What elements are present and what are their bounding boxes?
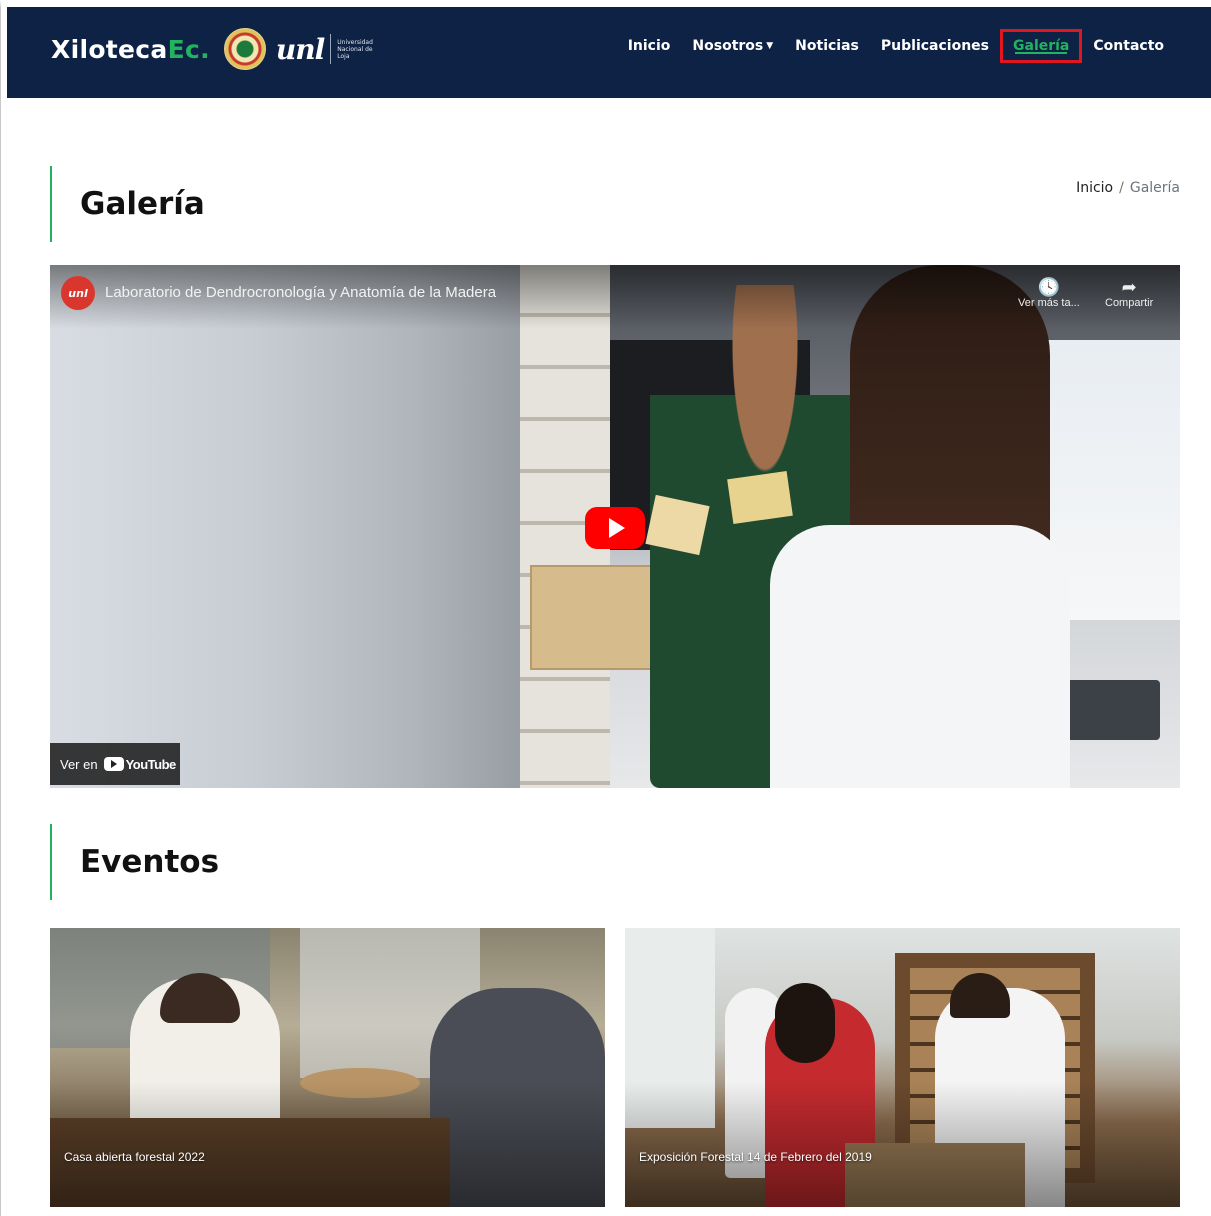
navbar: XilotecaEc. unl Universidad Nacional de … [7, 7, 1211, 98]
youtube-wordmark: YouTube [125, 756, 177, 772]
breadcrumb-separator: / [1119, 180, 1124, 196]
youtube-play-icon [103, 757, 124, 771]
breadcrumb: Inicio / Galería [1076, 180, 1180, 196]
event-card-casa-abierta[interactable]: Casa abierta forestal 2022 [50, 928, 605, 1207]
share-icon: ➦ [1121, 277, 1137, 297]
nav-item-inicio[interactable]: Inicio [617, 32, 682, 60]
event-card-caption: Casa abierta forestal 2022 [64, 1150, 205, 1164]
youtube-logo: YouTube [103, 756, 177, 772]
event-card-exposicion-forestal[interactable]: Exposición Forestal 14 de Febrero del 20… [625, 928, 1180, 1207]
nav-item-noticias[interactable]: Noticias [784, 32, 870, 60]
nav-item-nosotros-label: Nosotros [692, 38, 764, 54]
events-section-title: Eventos [80, 844, 220, 880]
unl-logo-text: Universidad Nacional de Loja [337, 38, 373, 60]
nav-item-galeria[interactable]: Galería [1000, 29, 1083, 63]
brand-logo-text[interactable]: XilotecaEc. [51, 35, 210, 64]
nav-item-publicaciones[interactable]: Publicaciones [870, 32, 1000, 60]
youtube-video-embed[interactable]: unl Laboratorio de Dendrocronología y An… [50, 265, 1180, 788]
share-button[interactable]: ➦ Compartir [1105, 277, 1153, 309]
page-title: Galería [80, 186, 205, 222]
events-section-title-block: Eventos [50, 824, 219, 900]
unl-logo: unl Universidad Nacional de Loja [276, 33, 381, 66]
brand[interactable]: XilotecaEc. unl Universidad Nacional de … [51, 28, 381, 70]
play-icon [609, 518, 625, 538]
play-button[interactable] [585, 507, 645, 549]
event-card-caption: Exposición Forestal 14 de Febrero del 20… [639, 1150, 872, 1164]
breadcrumb-current: Galería [1129, 180, 1180, 196]
video-title[interactable]: Laboratorio de Dendrocronología y Anatom… [105, 284, 496, 301]
nav-item-nosotros[interactable]: Nosotros ▼ [681, 32, 784, 60]
unl-logo-mark: unl [275, 32, 325, 66]
channel-avatar-icon[interactable]: unl [61, 276, 95, 310]
share-label: Compartir [1105, 297, 1154, 309]
page-title-block: Galería [50, 166, 205, 242]
university-seal-logo [223, 28, 266, 70]
nav-item-contacto[interactable]: Contacto [1082, 32, 1175, 60]
main-nav: Inicio Nosotros ▼ Noticias Publicaciones … [617, 29, 1175, 63]
breadcrumb-home-link[interactable]: Inicio [1076, 180, 1113, 196]
watch-on-youtube-button[interactable]: Ver en YouTube [50, 743, 180, 785]
watch-on-label: Ver en [60, 756, 98, 772]
logo-divider [330, 34, 332, 64]
watch-later-button[interactable]: 🕓 Ver más ta... [1018, 277, 1080, 309]
watch-later-label: Ver más ta... [1018, 297, 1080, 309]
caret-down-icon: ▼ [766, 41, 774, 51]
clock-icon: 🕓 [1037, 277, 1061, 297]
